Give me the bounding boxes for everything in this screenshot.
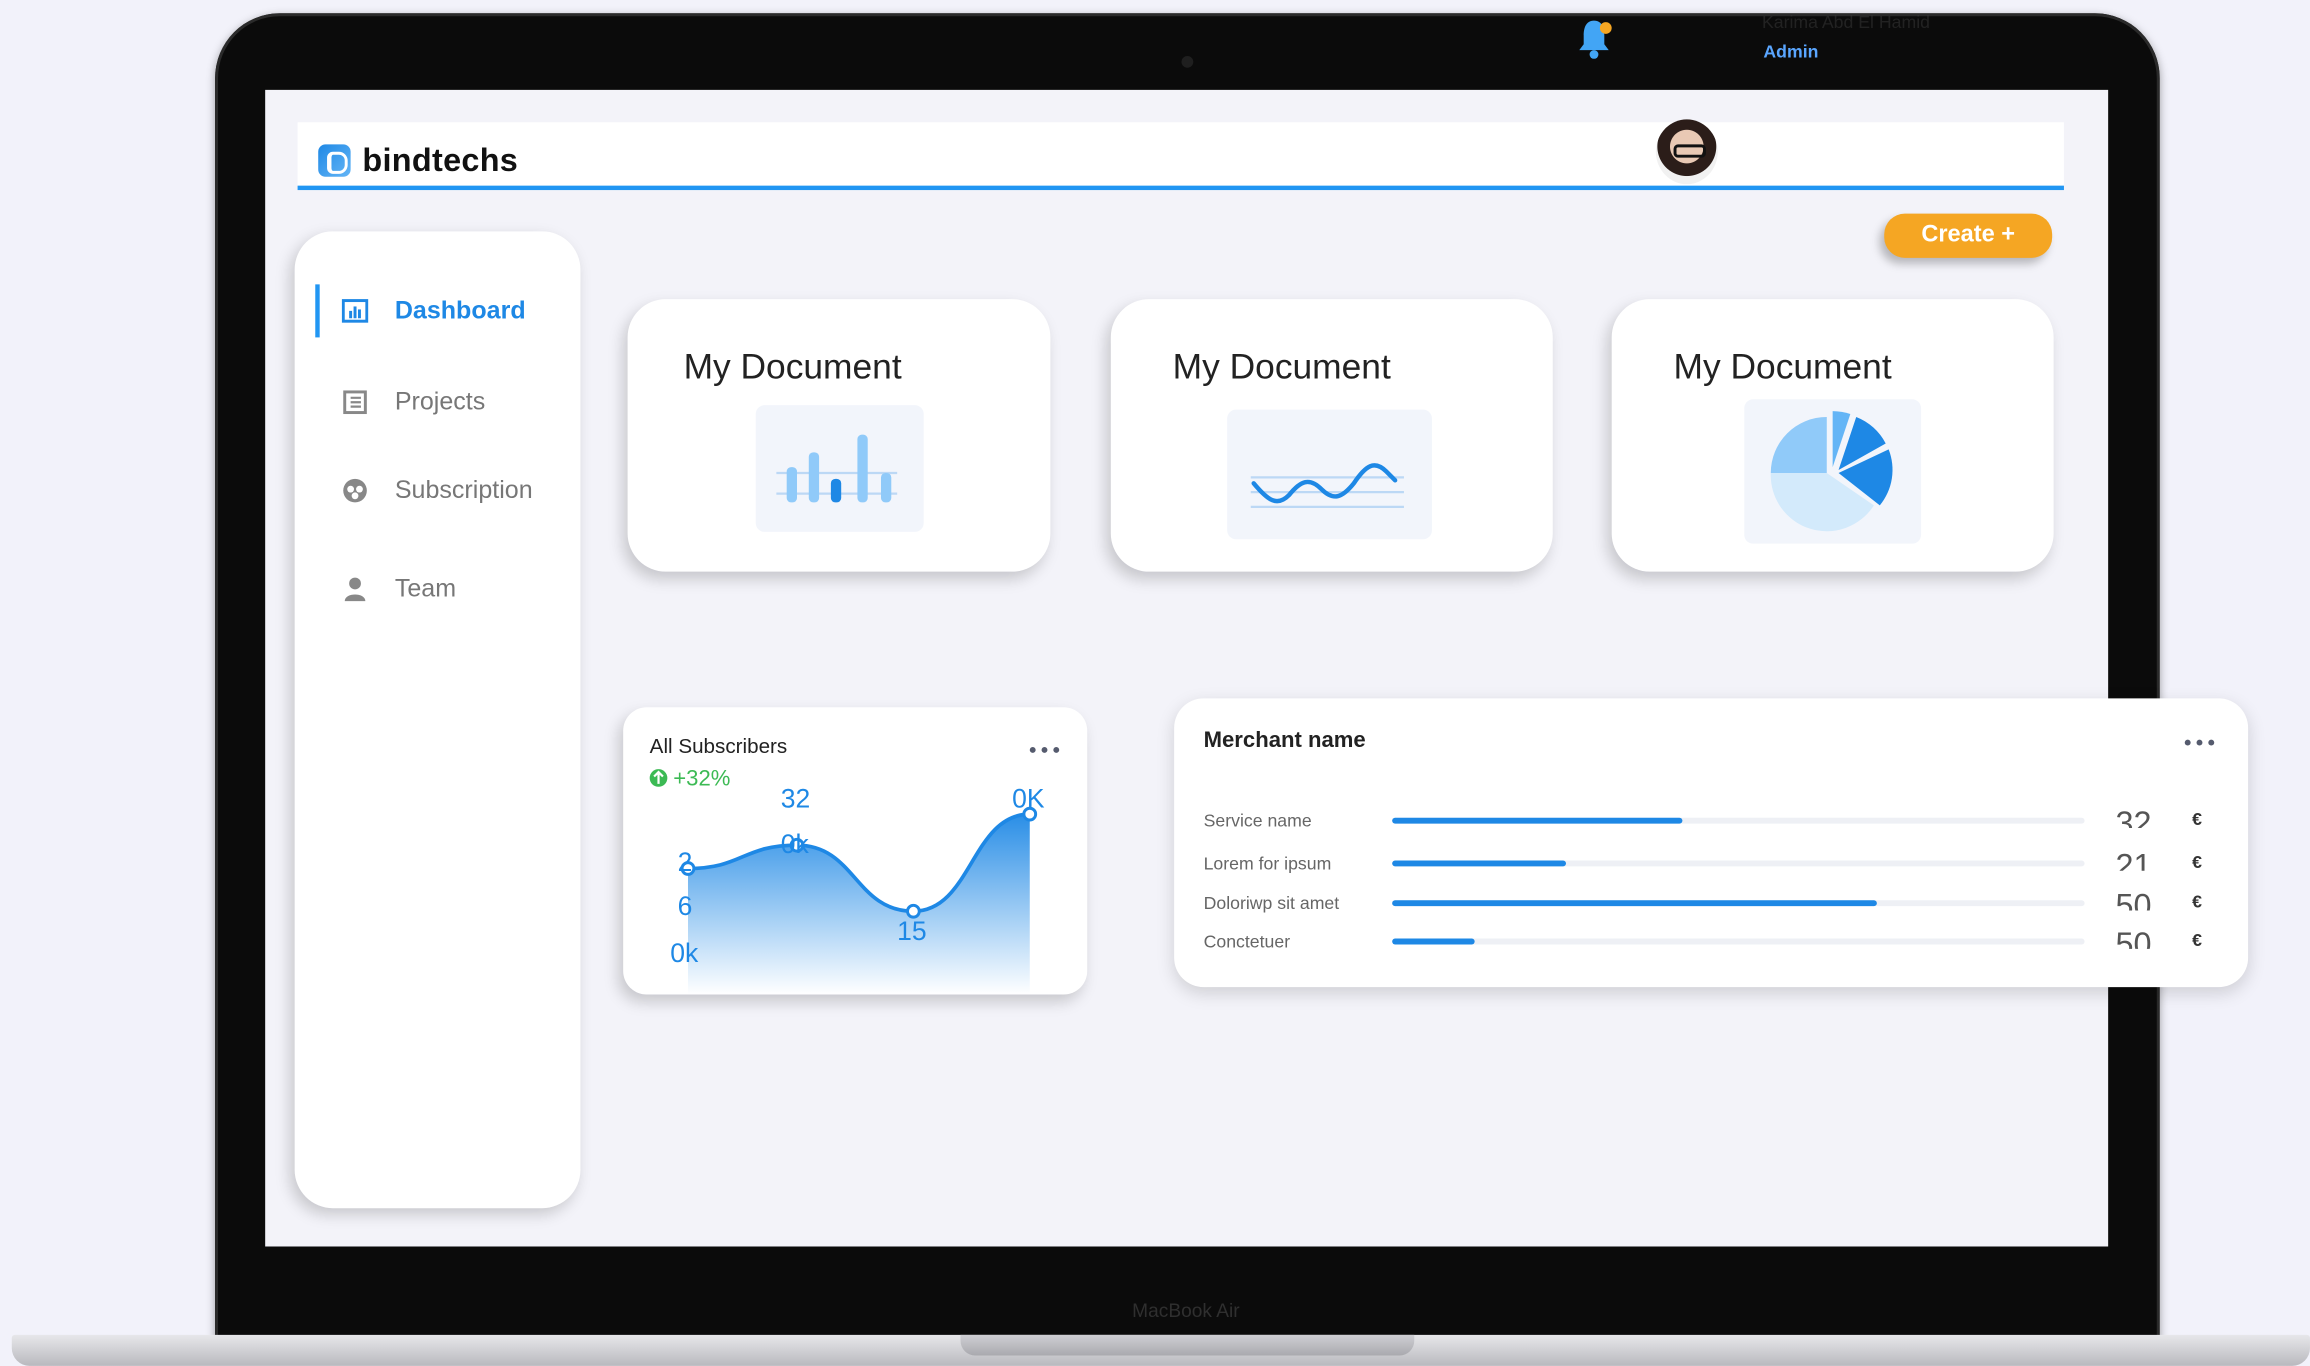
sidebar: Dashboard Projects Subscription Team: [294, 231, 581, 1209]
line-chart-icon: [1250, 463, 1404, 508]
chart-label: 0k: [670, 938, 699, 969]
progress-track: [1392, 860, 2085, 867]
merchant-row: Conctetuer 50 €: [1203, 925, 2221, 957]
chart-label: 2: [677, 847, 693, 877]
document-icon: [343, 390, 367, 415]
chart-point: [906, 903, 921, 919]
document-card[interactable]: My Document: [1611, 299, 2054, 572]
document-title: My Document: [1673, 347, 1892, 388]
document-title: My Document: [1172, 347, 1391, 388]
subscribers-card: All Subscribers +32% 2 6 0k 32 0k 15 0K: [623, 707, 1088, 995]
merchant-card: Merchant name Service name 32 € Lorem fo…: [1174, 698, 2249, 988]
merchant-row-value: 21: [2115, 847, 2152, 871]
progress-fill: [1392, 900, 1877, 907]
sidebar-item-label: Subscription: [394, 475, 533, 504]
merchant-row-name: Conctetuer: [1203, 931, 1291, 952]
subscription-icon: [343, 478, 367, 503]
merchant-row-name: Service name: [1203, 810, 1312, 831]
chart-label: 6: [677, 891, 693, 921]
merchant-title: Merchant name: [1203, 727, 1366, 753]
user-role: Admin: [1763, 41, 1819, 62]
sidebar-item-subscription[interactable]: Subscription: [295, 464, 581, 517]
merchant-row: Lorem for ipsum 21 €: [1203, 847, 2221, 879]
chart-label: 15: [897, 916, 927, 946]
laptop-notch: [960, 1334, 1415, 1356]
progress-fill: [1392, 860, 1566, 867]
create-button[interactable]: Create +: [1884, 213, 2053, 258]
merchant-row-name: Doloriwp sit amet: [1203, 892, 1340, 914]
line-chart-thumbnail: [1227, 409, 1432, 540]
document-card[interactable]: My Document: [627, 299, 1051, 572]
sidebar-item-projects[interactable]: Projects: [295, 376, 581, 429]
screen: bindtechs Create + Dashboard Projects Su…: [265, 89, 2249, 1247]
currency-symbol: €: [2192, 851, 2202, 873]
sidebar-item-label: Dashboard: [394, 296, 526, 325]
currency-symbol: €: [2192, 808, 2202, 830]
sidebar-item-dashboard[interactable]: Dashboard: [295, 284, 581, 338]
device-label: MacBook Air: [1132, 1299, 1240, 1322]
logo-icon: [318, 144, 351, 177]
progress-fill: [1392, 938, 1476, 945]
merchant-row-value: 50: [2115, 886, 2152, 911]
app-header: bindtechs: [297, 119, 2064, 191]
merchant-row-value: 32: [2115, 804, 2152, 829]
progress-track: [1392, 938, 2085, 945]
person-icon: [344, 577, 366, 602]
user-name: Karima Abd El Hamid: [1761, 11, 1930, 33]
merchant-row: Doloriwp sit amet 50 €: [1203, 887, 2221, 918]
chart-icon: [341, 299, 369, 323]
chart-area: [687, 814, 1030, 995]
merchant-row: Service name 32 €: [1203, 804, 2221, 836]
bar-chart-icon: [776, 434, 898, 503]
currency-symbol: €: [2192, 929, 2202, 951]
chart-label: 0k: [780, 829, 809, 859]
sidebar-item-label: Projects: [394, 387, 486, 416]
camera: [1181, 55, 1194, 68]
stage: MacBook Air Karima Abd El Hamid Admin bi…: [0, 0, 2310, 1366]
pie-chart-icon: [1770, 411, 1893, 532]
merchant-row-name: Lorem for ipsum: [1203, 853, 1332, 874]
sidebar-item-team[interactable]: Team: [295, 563, 581, 616]
brand-name: bindtechs: [362, 141, 519, 179]
notification-dot: [1599, 22, 1612, 34]
document-title: My Document: [683, 347, 902, 388]
chart-label: 32: [780, 783, 811, 814]
currency-symbol: €: [2192, 891, 2202, 913]
progress-track: [1392, 900, 2085, 907]
active-indicator: [315, 284, 320, 338]
progress-fill: [1392, 817, 1683, 824]
avatar[interactable]: [1655, 119, 1718, 185]
more-options-icon[interactable]: [2184, 739, 2220, 749]
merchant-row-value: 50: [2115, 925, 2152, 949]
pie-chart-thumbnail: [1744, 399, 1922, 544]
document-card[interactable]: My Document: [1110, 299, 1553, 572]
progress-track: [1392, 817, 2085, 824]
chart-label: 0K: [1012, 783, 1045, 814]
bar-chart-thumbnail: [755, 405, 924, 532]
sidebar-item-label: Team: [394, 574, 457, 603]
